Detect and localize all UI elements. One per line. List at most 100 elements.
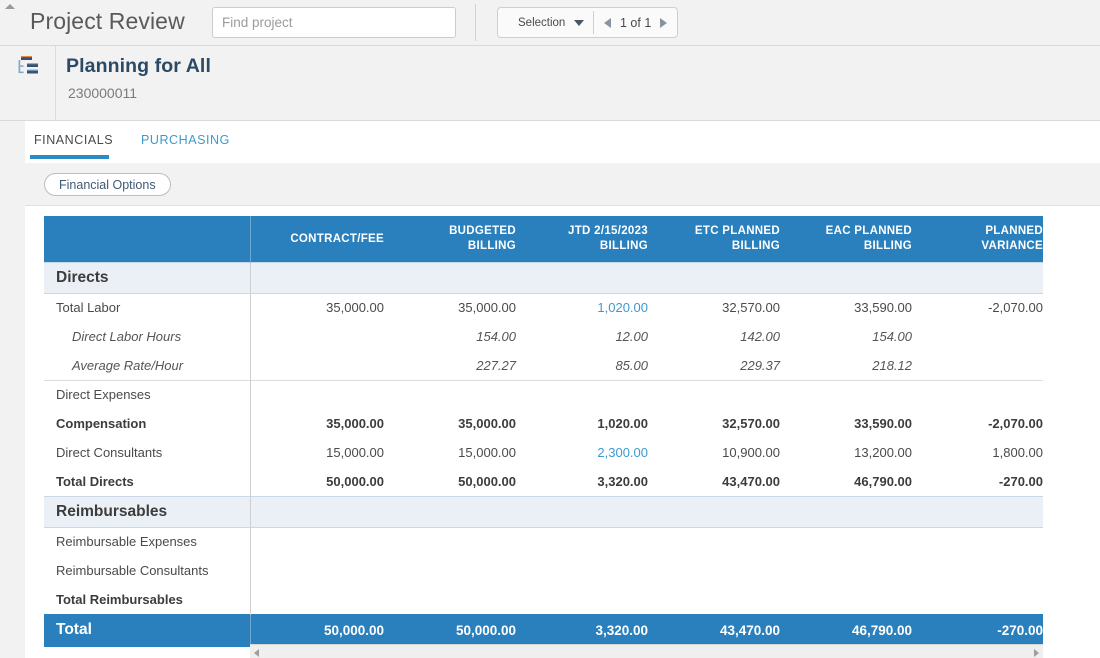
cell-etc_planned_billing [648,556,780,585]
cell-etc_planned_billing: 32,570.00 [722,416,780,431]
col-header-contract_fee[interactable]: CONTRACT/FEE [250,216,384,262]
cell-planned_variance: -2,070.00 [988,300,1043,316]
table-row[interactable]: Direct Labor Hours 154.00 12.00 142.00 154.0… [44,322,1043,351]
cell-eac_planned_billing: 218.12 [872,357,912,373]
cell-etc_planned_billing: 229.37 [740,357,780,373]
cell-planned_variance: -2,070.00 [988,416,1043,431]
table-row[interactable]: Reimbursable Expenses [44,527,1043,556]
project-number: 230000011 [68,85,138,101]
cell-budgeted_billing [384,556,516,585]
cell-budgeted_billing [384,495,516,528]
scroll-left-icon[interactable] [254,649,259,657]
cell-etc_planned_billing: 142.00 [740,329,780,344]
cell-etc_planned_billing: 10,900.00 [722,445,780,460]
scroll-right-icon[interactable] [1034,649,1039,657]
horizontal-scrollbar[interactable] [250,644,1043,658]
table-row[interactable]: Reimbursable Consultants [44,556,1043,585]
cell-contract_fee [250,527,384,556]
col-header-line: BILLING [863,239,912,252]
table-row[interactable]: Total Reimbursables [44,585,1043,614]
left-gutter [0,163,25,658]
cell-jtd_billing [516,585,648,614]
cell-etc_planned_billing [648,379,780,409]
cell-planned_variance [912,495,1043,528]
cell-planned_variance [912,527,1043,556]
cell-jtd_billing [516,495,648,528]
table-section-row[interactable]: Reimbursables [44,495,1043,528]
table-section-row[interactable]: Directs [44,261,1043,294]
col-header-line: JTD 2/15/2023 [568,225,648,238]
prev-record-icon[interactable] [604,17,611,28]
cell-etc_planned_billing: 43,470.00 [648,613,780,647]
tab-strip: FINANCIALS PURCHASING [0,121,1100,164]
col-header-label[interactable] [44,216,251,262]
cell-contract_fee: 15,000.00 [326,445,384,460]
project-review-app: Project Review Selection 1 of 1 [0,0,1100,658]
next-record-icon[interactable] [660,17,668,28]
selection-dropdown[interactable]: Selection [498,8,593,37]
col-header-line: BILLING [599,239,648,252]
cell-planned_variance [912,379,1043,409]
col-header-planned_variance[interactable]: PLANNED VARIANCE [912,216,1043,262]
table-total-row[interactable]: Total 50,000.00 50,000.00 3,320.00 43,470.00… [44,613,1043,647]
cell-eac_planned_billing [780,527,912,556]
cell-budgeted_billing: 15,000.00 [458,445,516,460]
row-label: Total Reimbursables [44,585,251,614]
table-row[interactable]: Total Directs 50,000.00 50,000.00 3,320.00 4… [44,467,1043,496]
cell-jtd_billing[interactable]: 2,300.00 [516,438,648,467]
col-header-jtd_billing[interactable]: JTD 2/15/2023 BILLING [516,216,648,262]
cell-planned_variance [912,261,1043,294]
col-header-etc_planned_billing[interactable]: ETC PLANNED BILLING [648,216,780,262]
tab-purchasing[interactable]: PURCHASING [141,133,230,147]
financials-table-container: CONTRACT/FEE BUDGETED BILLING JTD 2/15/2023… [25,206,1100,658]
row-label: Reimbursable Expenses [44,527,251,556]
cell-contract_fee: 35,000.00 [326,416,384,431]
cell-jtd_billing: 85.00 [615,357,648,373]
row-label: Total [44,613,251,647]
cell-etc_planned_billing: 43,470.00 [722,473,780,489]
cell-etc_planned_billing [648,495,780,528]
col-header-line: CONTRACT/FEE [290,232,384,245]
cell-jtd_billing[interactable]: 1,020.00 [516,293,648,322]
cell-contract_fee [250,261,384,294]
cell-etc_planned_billing [648,527,780,556]
row-label: Direct Expenses [44,379,251,409]
financial-options-button[interactable]: Financial Options [44,173,171,196]
table-row[interactable]: Average Rate/Hour 227.27 85.00 229.37 218.12 [44,351,1043,380]
row-label: Compensation [44,409,251,438]
cell-eac_planned_billing [780,379,912,409]
cell-contract_fee [250,351,384,380]
row-label: Direct Consultants [44,438,251,467]
cell-budgeted_billing: 50,000.00 [458,473,516,489]
col-header-eac_planned_billing[interactable]: EAC PLANNED BILLING [780,216,912,262]
cell-jtd_billing[interactable]: 12.00 [516,322,648,351]
table-row[interactable]: Total Labor 35,000.00 35,000.00 1,020.00 32,… [44,293,1043,322]
col-header-budgeted_billing[interactable]: BUDGETED BILLING [384,216,516,262]
table-row[interactable]: Direct Expenses [44,379,1043,409]
cell-jtd_billing: 1,020.00 [597,416,648,431]
cell-contract_fee [250,322,384,351]
table-row[interactable]: Compensation 35,000.00 35,000.00 1,020.00 32… [44,409,1043,438]
top-bar: Project Review Selection 1 of 1 [0,0,1100,46]
project-name: Planning for All [66,55,211,77]
col-header-line: PLANNED [985,225,1043,238]
col-header-line: VARIANCE [981,239,1043,252]
cell-budgeted_billing [384,379,516,409]
col-header-line: EAC PLANNED [825,225,912,238]
col-header-line: ETC PLANNED [694,225,780,238]
cell-budgeted_billing [384,261,516,294]
cell-jtd_billing: 3,320.00 [597,473,648,489]
collapse-panel-icon[interactable] [5,4,15,9]
active-tab-indicator [30,155,109,159]
cell-eac_planned_billing [780,585,912,614]
cell-budgeted_billing [384,585,516,614]
find-project-field[interactable] [212,7,456,38]
search-input[interactable] [213,8,455,37]
table-row[interactable]: Direct Consultants 15,000.00 15,000.00 2,30… [44,438,1043,467]
options-bar: Financial Options [25,163,1100,206]
row-label: Total Labor [44,293,251,322]
tab-financials[interactable]: FINANCIALS [34,133,113,147]
cell-jtd_billing: 3,320.00 [516,613,648,647]
cell-contract_fee: 50,000.00 [326,473,384,489]
org-hierarchy-icon[interactable] [18,56,40,76]
